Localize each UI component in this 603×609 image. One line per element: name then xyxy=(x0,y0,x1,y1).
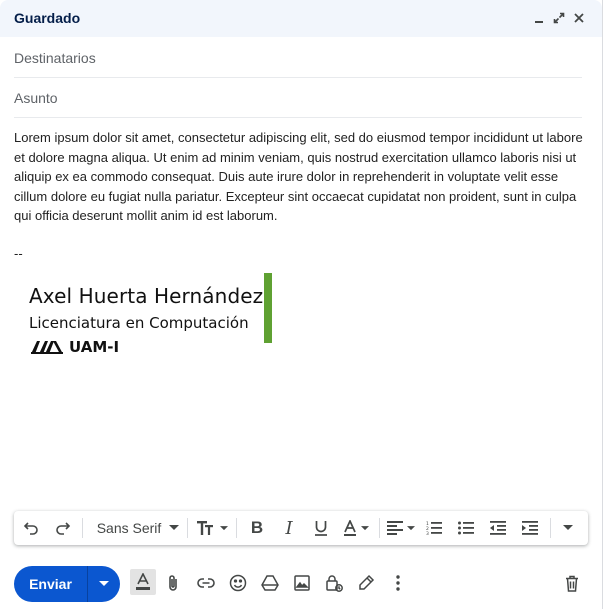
numbered-list-icon[interactable]: 1 2 3 xyxy=(418,514,450,542)
more-options-icon[interactable] xyxy=(387,572,409,594)
attach-icon[interactable] xyxy=(162,572,184,594)
toolbar-divider xyxy=(187,518,188,538)
undo-icon[interactable] xyxy=(14,514,48,542)
subject-placeholder: Asunto xyxy=(14,89,58,106)
compose-title: Guardado xyxy=(14,10,81,26)
minimize-icon[interactable] xyxy=(532,9,546,27)
chevron-down-icon xyxy=(407,525,415,530)
send-label: Enviar xyxy=(29,576,72,592)
text-color-icon[interactable] xyxy=(337,514,375,542)
font-size-icon[interactable] xyxy=(192,514,232,542)
chevron-down-icon xyxy=(361,525,369,530)
message-body[interactable]: Lorem ipsum dolor sit amet, consectetur … xyxy=(14,128,586,226)
signature-separator: -- xyxy=(14,246,23,261)
toolbar-divider xyxy=(82,518,83,538)
font-family-value: Sans Serif xyxy=(96,520,162,536)
chevron-down-icon xyxy=(169,525,180,530)
compose-window: Guardado Destinatarios Asunto Lorem ipsu… xyxy=(0,0,603,609)
formatting-toolbar: Sans Serif B I 1 2 3 xyxy=(14,511,588,545)
toolbar-divider xyxy=(379,518,380,538)
photo-icon[interactable] xyxy=(291,572,313,594)
signature-institution: UAM-I xyxy=(69,338,120,356)
link-icon[interactable] xyxy=(195,572,217,594)
discard-icon[interactable] xyxy=(561,572,583,594)
compose-actions: Enviar xyxy=(0,564,603,604)
subject-field[interactable]: Asunto xyxy=(14,78,582,118)
font-family-select[interactable]: Sans Serif xyxy=(87,514,183,542)
more-formatting-icon[interactable] xyxy=(555,514,581,542)
bold-icon[interactable]: B xyxy=(241,514,273,542)
signature-logo: UAM-I xyxy=(31,338,119,356)
formatting-options-icon[interactable] xyxy=(130,569,156,595)
toolbar-divider xyxy=(236,518,237,538)
redo-icon[interactable] xyxy=(48,514,78,542)
svg-text:3: 3 xyxy=(426,531,429,535)
send-button[interactable]: Enviar xyxy=(14,566,120,602)
chevron-down-icon xyxy=(99,581,109,586)
signature-role: Licenciatura en Computación xyxy=(29,314,249,332)
indent-more-icon[interactable] xyxy=(514,514,546,542)
bulleted-list-icon[interactable] xyxy=(450,514,482,542)
signature-icon[interactable] xyxy=(355,572,377,594)
uam-logo-icon xyxy=(31,341,63,354)
recipients-field[interactable]: Destinatarios xyxy=(14,38,582,78)
emoji-icon[interactable] xyxy=(227,572,249,594)
drive-icon[interactable] xyxy=(259,572,281,594)
align-icon[interactable] xyxy=(384,514,418,542)
italic-icon[interactable]: I xyxy=(273,514,305,542)
schedule-send-button[interactable] xyxy=(88,581,120,587)
expand-icon[interactable] xyxy=(552,9,566,27)
underline-icon[interactable] xyxy=(305,514,337,542)
recipients-placeholder: Destinatarios xyxy=(14,49,96,66)
toolbar-divider xyxy=(550,518,551,538)
confidential-mode-icon[interactable] xyxy=(323,572,345,594)
indent-less-icon[interactable] xyxy=(482,514,514,542)
signature-accent-bar xyxy=(264,273,272,343)
chevron-down-icon xyxy=(219,525,228,530)
compose-header[interactable]: Guardado xyxy=(0,0,602,37)
signature-name: Axel Huerta Hernández xyxy=(29,284,264,308)
close-icon[interactable] xyxy=(572,9,586,27)
